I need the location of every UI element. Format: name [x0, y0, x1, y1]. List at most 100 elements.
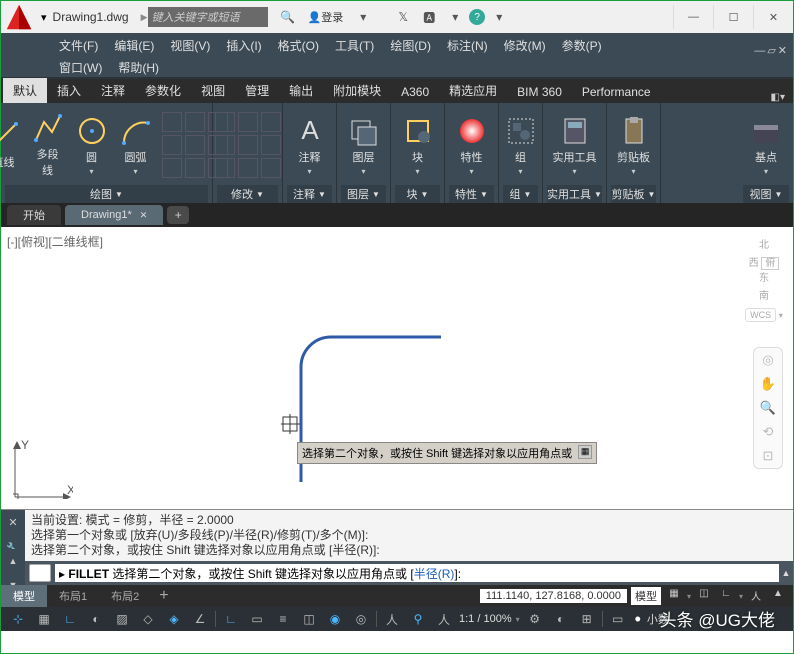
sb-annoauto-icon[interactable]: ⚲ — [407, 610, 429, 628]
ribbon-tab-bim360[interactable]: BIM 360 — [507, 81, 572, 103]
nav-wheel-icon[interactable]: ◎ — [754, 348, 782, 372]
qat-arrow-icon[interactable]: ▶ — [141, 12, 148, 23]
sb-ws-icon[interactable]: ⚙ — [524, 610, 546, 628]
ribbon-tab-view[interactable]: 视图 — [191, 78, 235, 103]
doc-restore-icon[interactable]: ▱ — [767, 44, 775, 57]
layout-tab-2[interactable]: 布局2 — [99, 585, 151, 607]
menu-edit[interactable]: 编辑(E) — [106, 34, 162, 57]
tooltip-menu-icon[interactable]: ▦ — [578, 445, 592, 459]
sb-dyn-icon[interactable]: ▭ — [246, 610, 268, 628]
sb-lwt-icon[interactable]: ≡ — [272, 610, 294, 628]
nav-show-icon[interactable]: ⊡ — [754, 444, 782, 468]
block-tool[interactable]: 块▾ — [398, 113, 438, 178]
arc-tool[interactable]: 圆弧▾ — [116, 113, 156, 178]
annotation-tool[interactable]: A注释▾ — [290, 113, 330, 178]
cmd-scroll-icon[interactable]: ▲ — [779, 568, 793, 578]
ribbon-tab-output[interactable]: 输出 — [279, 78, 323, 103]
scale-icon[interactable]: ▲ — [769, 588, 787, 604]
layout-tab-model[interactable]: 模型 — [1, 585, 47, 607]
ribbon-tab-annot[interactable]: 注释 — [91, 78, 135, 103]
sb-vis-icon[interactable]: ⊞ — [576, 610, 598, 628]
units-label[interactable]: 小数 — [647, 611, 669, 627]
search-icon[interactable]: 🔍 — [276, 6, 300, 28]
help-icon[interactable]: ? — [469, 9, 485, 25]
draw-small-1[interactable] — [162, 112, 182, 132]
close-button[interactable]: ✕ — [753, 5, 793, 29]
mod-7[interactable] — [215, 158, 235, 178]
layout-tab-1[interactable]: 布局1 — [47, 585, 99, 607]
draw-small-8[interactable] — [185, 158, 205, 178]
line-tool[interactable]: 直线 — [0, 118, 24, 172]
cmd-close-icon[interactable]: ✕ — [8, 516, 17, 529]
sb-iso-icon[interactable]: ▨ — [111, 610, 133, 628]
login-button[interactable]: 👤 登录 — [302, 6, 350, 28]
sb-annomon-icon[interactable]: 人 — [381, 610, 403, 628]
mod-3[interactable] — [261, 112, 281, 132]
menu-modify[interactable]: 修改(M) — [496, 34, 554, 57]
help-menu-icon[interactable]: ▾ — [487, 6, 511, 28]
nav-orbit-icon[interactable]: ⟲ — [754, 420, 782, 444]
menu-help[interactable]: 帮助(H) — [110, 56, 167, 79]
sb-ortho-icon[interactable]: ∟ — [59, 610, 81, 628]
filetab-add[interactable]: + — [167, 206, 189, 224]
sb-tpy-icon[interactable]: ◫ — [298, 610, 320, 628]
draw-small-2[interactable] — [185, 112, 205, 132]
nav-pan-icon[interactable]: ✋ — [754, 372, 782, 396]
menu-param[interactable]: 参数(P) — [554, 34, 610, 57]
login-dropdown-icon[interactable]: ▾ — [351, 6, 375, 28]
minimize-button[interactable]: — — [673, 5, 713, 29]
filetab-close-icon[interactable]: ✕ — [140, 210, 148, 221]
sb-otrack-icon[interactable]: ∠ — [189, 610, 211, 628]
circle-tool[interactable]: 圆▾ — [72, 113, 112, 178]
sb-infer-icon[interactable]: ⊹ — [7, 610, 29, 628]
menu-insert[interactable]: 插入(I) — [218, 34, 269, 57]
snap-icon[interactable]: ◫ — [695, 588, 713, 604]
filetab-drawing1[interactable]: Drawing1*✕ — [65, 205, 163, 225]
draw-small-5[interactable] — [185, 135, 205, 155]
draw-small-4[interactable] — [162, 135, 182, 155]
menu-draw[interactable]: 绘图(D) — [382, 34, 439, 57]
ribbon-tab-a360[interactable]: A360 — [391, 81, 439, 103]
space-toggle[interactable]: 模型 — [631, 587, 661, 605]
layer-tool[interactable]: 图层▾ — [344, 113, 384, 178]
sb-perf-icon[interactable]: ◐ — [550, 610, 572, 628]
ribbon-collapse-icon[interactable]: ◧▾ — [763, 92, 793, 103]
draw-small-7[interactable] — [162, 158, 182, 178]
sb-ducs-icon[interactable]: ∟ — [220, 610, 242, 628]
ribbon-tab-manage[interactable]: 管理 — [235, 78, 279, 103]
mod-8[interactable] — [238, 158, 258, 178]
menu-dim[interactable]: 标注(N) — [439, 34, 496, 57]
sb-annoscale-icon[interactable]: 人 — [433, 610, 455, 628]
mod-1[interactable] — [215, 112, 235, 132]
doc-close-icon[interactable]: ✕ — [778, 44, 787, 57]
mod-5[interactable] — [238, 135, 258, 155]
ribbon-tab-addon[interactable]: 附加模块 — [323, 78, 391, 103]
view-label[interactable]: [-][俯视][二维线框] — [7, 233, 103, 250]
maximize-button[interactable]: ☐ — [713, 5, 753, 29]
compass-s[interactable]: 南 — [745, 287, 783, 302]
properties-tool[interactable]: 特性▾ — [452, 113, 492, 178]
ribbon-tab-insert[interactable]: 插入 — [47, 78, 91, 103]
wcs-badge[interactable]: WCS — [745, 308, 776, 322]
ribbon-tab-featured[interactable]: 精选应用 — [439, 78, 507, 103]
nav-zoom-icon[interactable]: 🔍 — [754, 396, 782, 420]
menu-tools[interactable]: 工具(T) — [327, 34, 382, 57]
ribbon-tab-default[interactable]: 默认 — [3, 78, 47, 103]
mod-6[interactable] — [261, 135, 281, 155]
group-tool[interactable]: 组▾ — [501, 113, 541, 178]
command-input[interactable]: ▸ FILLET 选择第二个对象，或按住 Shift 键选择对象以应用角点或 [… — [55, 564, 779, 582]
utilities-tool[interactable]: 实用工具▾ — [549, 113, 601, 178]
grid-icon[interactable]: ▦ — [665, 588, 683, 604]
sb-snapmode-icon[interactable]: ▦ — [33, 610, 55, 628]
drawing-canvas[interactable]: [-][俯视][二维线框] 北 西 俯 东 南 WCS ▾ ◎ ✋ 🔍 ⟲ ⊡ … — [1, 227, 793, 509]
menu-view[interactable]: 视图(V) — [162, 34, 218, 57]
search-input[interactable]: 键入关键字或短语 — [148, 7, 268, 27]
mod-2[interactable] — [238, 112, 258, 132]
layout-add[interactable]: + — [151, 587, 176, 605]
menu-file[interactable]: 文件(F) — [51, 34, 106, 57]
compass-n[interactable]: 北 — [745, 236, 783, 251]
a360-icon[interactable]: 🅰 — [417, 6, 441, 28]
clipboard-tool[interactable]: 剪贴板▾ — [613, 113, 654, 178]
mod-4[interactable] — [215, 135, 235, 155]
polyline-tool[interactable]: 多段线 — [28, 110, 68, 180]
